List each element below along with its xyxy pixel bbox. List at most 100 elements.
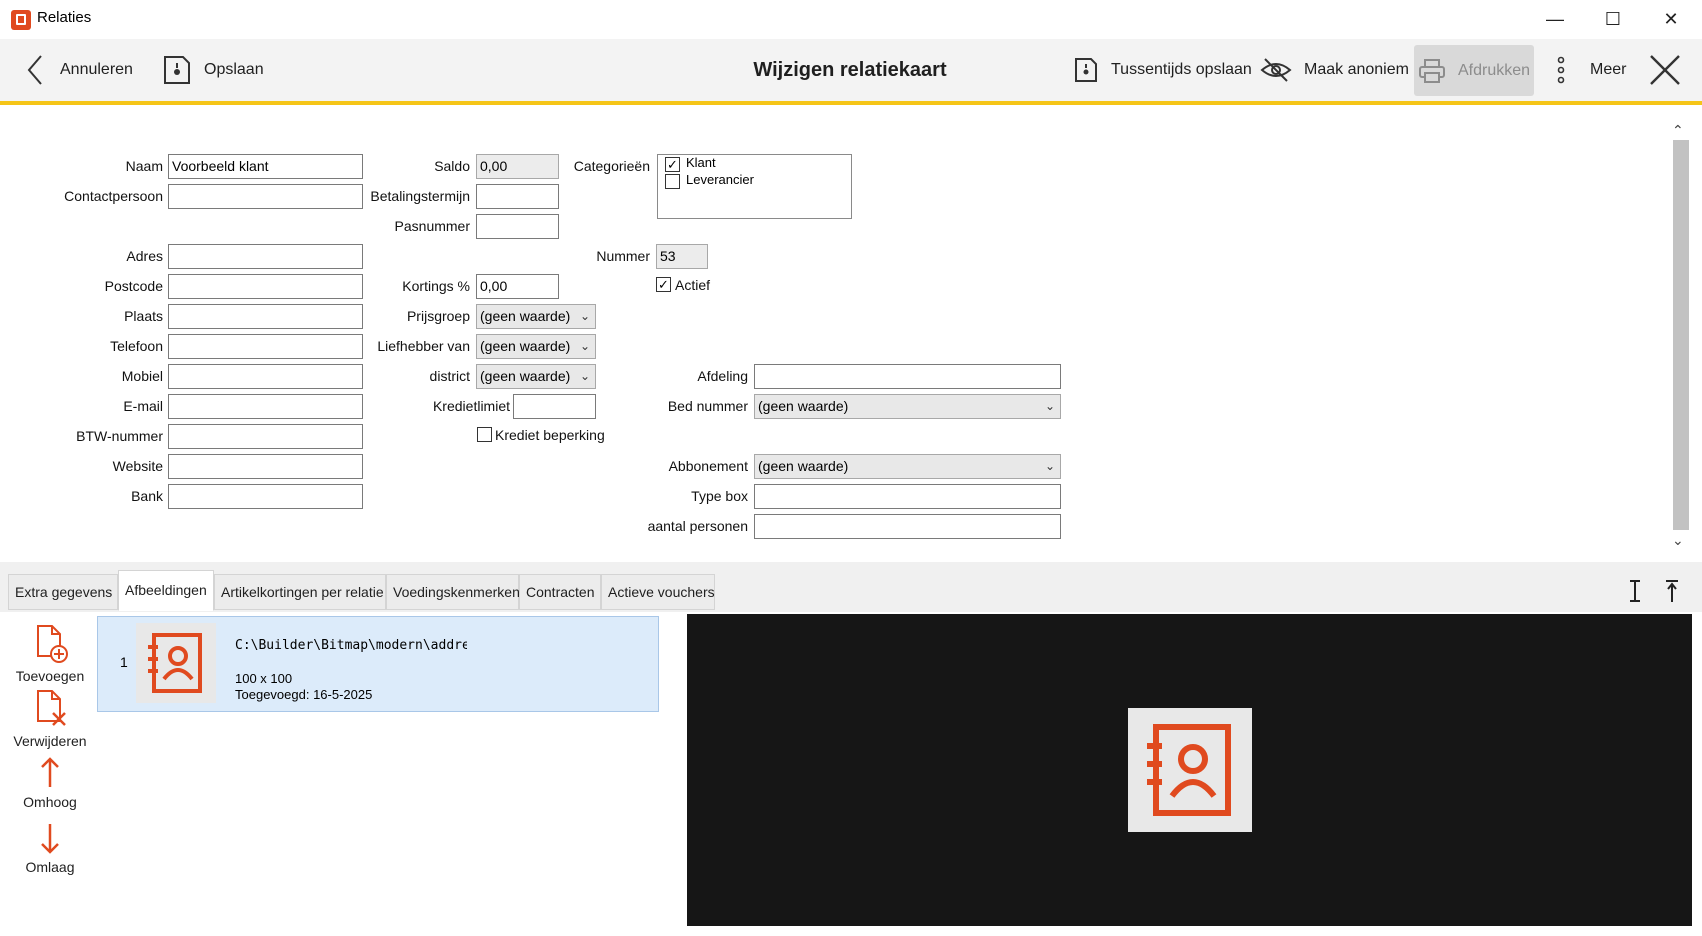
actief-label: Actief xyxy=(675,277,711,293)
aantal-personen-input[interactable] xyxy=(754,514,1061,539)
save-button[interactable]: Opslaan xyxy=(162,39,264,101)
tab-artikelkortingen[interactable]: Artikelkortingen per relatie xyxy=(214,574,386,610)
anonymize-button[interactable]: Maak anoniem xyxy=(1260,39,1409,101)
abbonement-select[interactable]: (geen waarde) ⌄ xyxy=(754,454,1061,479)
move-down-button[interactable]: Omlaag xyxy=(8,820,92,875)
naam-input[interactable]: Voorbeeld klant xyxy=(168,154,363,179)
kortings-input[interactable]: 0,00 xyxy=(476,274,559,299)
resize-vertical-icon[interactable] xyxy=(1627,578,1643,607)
telefoon-label: Telefoon xyxy=(110,338,163,354)
nummer-input[interactable]: 53 xyxy=(656,244,708,269)
betalingstermijn-input[interactable] xyxy=(476,184,559,209)
naam-label: Naam xyxy=(125,158,163,174)
back-arrow-icon xyxy=(27,55,42,85)
scroll-down-icon[interactable]: ⌄ xyxy=(1672,532,1684,549)
leverancier-label: Leverancier xyxy=(686,172,754,187)
close-form-button[interactable] xyxy=(1648,39,1682,101)
bank-label: Bank xyxy=(131,488,163,504)
klant-label: Klant xyxy=(686,155,716,170)
actief-checkbox[interactable]: ✓ xyxy=(656,277,671,292)
bed-nummer-select[interactable]: (geen waarde) ⌄ xyxy=(754,394,1061,419)
remove-image-button[interactable]: Verwijderen xyxy=(8,688,92,749)
print-label: Afdrukken xyxy=(1457,61,1531,79)
categorieen-label: Categorieën xyxy=(573,158,650,174)
title-bar xyxy=(0,0,1702,39)
liefhebber-select[interactable]: (geen waarde) ⌄ xyxy=(476,334,596,359)
tab-afbeeldingen[interactable]: Afbeeldingen xyxy=(118,570,214,611)
collapse-top-icon[interactable] xyxy=(1664,578,1680,607)
tab-voedingskenmerken[interactable]: Voedingskenmerken xyxy=(386,574,520,610)
klant-checkbox[interactable]: ✓ xyxy=(665,157,680,172)
print-button[interactable]: Afdrukken xyxy=(1414,45,1534,96)
arrow-up-icon xyxy=(41,757,59,787)
address-book-icon xyxy=(1147,724,1231,816)
prijsgroep-select[interactable]: (geen waarde) ⌄ xyxy=(476,304,596,329)
app-icon xyxy=(11,10,31,30)
tab-actieve-vouchers[interactable]: Actieve vouchers xyxy=(601,574,715,610)
adres-input[interactable] xyxy=(168,244,363,269)
krediet-beperking-checkbox[interactable] xyxy=(477,427,492,442)
tab-contracten[interactable]: Contracten xyxy=(519,574,601,610)
afdeling-input[interactable] xyxy=(754,364,1061,389)
preview-image xyxy=(1128,708,1252,832)
save-label: Opslaan xyxy=(204,61,264,78)
printer-icon xyxy=(1418,58,1445,83)
betalingstermijn-label: Betalingstermijn xyxy=(370,188,470,204)
email-input[interactable] xyxy=(168,394,363,419)
district-select[interactable]: (geen waarde) ⌄ xyxy=(476,364,596,389)
afdeling-label: Afdeling xyxy=(697,368,748,384)
prijsgroep-label: Prijsgroep xyxy=(406,308,470,324)
chevron-down-icon: ⌄ xyxy=(1044,399,1055,413)
add-image-label: Toevoegen xyxy=(15,668,85,684)
kredietlimiet-input[interactable] xyxy=(513,394,596,419)
website-input[interactable] xyxy=(168,454,363,479)
saldo-input[interactable]: 0,00 xyxy=(476,154,559,179)
more-vertical-icon xyxy=(1557,56,1565,84)
plaats-input[interactable] xyxy=(168,304,363,329)
pasnummer-label: Pasnummer xyxy=(394,218,470,234)
bank-input[interactable] xyxy=(168,484,363,509)
window-close-button[interactable]: ✕ xyxy=(1642,0,1700,39)
leverancier-checkbox[interactable] xyxy=(665,174,680,189)
move-up-button[interactable]: Omhoog xyxy=(8,755,92,810)
save-icon xyxy=(164,56,190,84)
save-icon xyxy=(1075,58,1097,82)
cancel-label: Annuleren xyxy=(60,61,133,78)
chevron-down-icon: ⌄ xyxy=(579,309,590,323)
interim-save-button[interactable]: Tussentijds opslaan xyxy=(1073,39,1252,101)
mobiel-input[interactable] xyxy=(168,364,363,389)
postcode-input[interactable] xyxy=(168,274,363,299)
mobiel-label: Mobiel xyxy=(121,368,163,384)
move-down-label: Omlaag xyxy=(25,859,75,875)
remove-file-icon xyxy=(37,690,66,726)
minimize-button[interactable]: — xyxy=(1526,0,1584,39)
krediet-beperking-label: Krediet beperking xyxy=(495,427,605,443)
move-up-label: Omhoog xyxy=(23,794,77,810)
tab-extra-gegevens[interactable]: Extra gegevens xyxy=(8,574,118,610)
scrollbar-thumb[interactable] xyxy=(1673,140,1689,530)
district-label: district xyxy=(429,368,470,384)
page-title: Wijzigen relatiekaart xyxy=(753,59,947,81)
kortings-label: Kortings % xyxy=(402,278,470,294)
more-button[interactable]: Meer xyxy=(1556,39,1626,101)
image-thumbnail xyxy=(136,623,216,703)
btw-nummer-input[interactable] xyxy=(168,424,363,449)
type-box-label: Type box xyxy=(691,488,748,504)
contactpersoon-input[interactable] xyxy=(168,184,363,209)
contactpersoon-label: Contactpersoon xyxy=(64,188,163,204)
postcode-label: Postcode xyxy=(104,278,163,294)
maximize-button[interactable]: ☐ xyxy=(1584,0,1642,39)
chevron-down-icon: ⌄ xyxy=(579,339,590,353)
image-size: 100 x 100 xyxy=(235,671,293,686)
more-label: Meer xyxy=(1590,61,1627,78)
type-box-input[interactable] xyxy=(754,484,1061,509)
kredietlimiet-label: Kredietlimiet xyxy=(432,398,510,414)
adres-label: Adres xyxy=(126,248,163,264)
saldo-label: Saldo xyxy=(434,158,470,174)
add-image-button[interactable]: Toevoegen xyxy=(8,623,92,684)
cancel-button[interactable]: Annuleren xyxy=(24,39,133,101)
liefhebber-label: Liefhebber van xyxy=(377,338,470,354)
pasnummer-input[interactable] xyxy=(476,214,559,239)
scroll-up-icon[interactable]: ⌃ xyxy=(1672,122,1684,139)
telefoon-input[interactable] xyxy=(168,334,363,359)
